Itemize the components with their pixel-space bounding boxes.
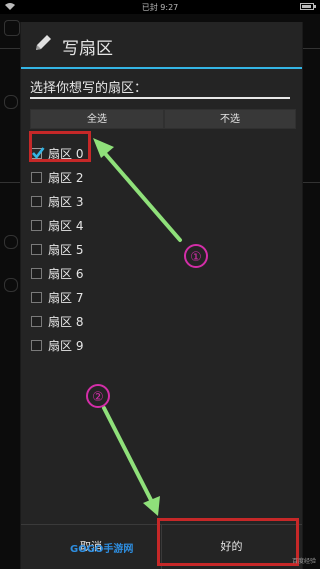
background-divider bbox=[0, 48, 20, 49]
pencil-icon bbox=[36, 35, 51, 50]
background-divider bbox=[300, 48, 320, 49]
sector-0-highlight-box bbox=[29, 131, 91, 162]
status-time: 已封 9:27 bbox=[141, 3, 179, 12]
prompt-divider bbox=[30, 97, 290, 99]
background-app-icon bbox=[4, 20, 20, 36]
background-radio bbox=[4, 235, 18, 249]
sector-item[interactable]: 扇区 4 bbox=[21, 214, 302, 238]
background-divider bbox=[0, 182, 20, 183]
status-bar: 已封 9:27 bbox=[0, 0, 320, 14]
checkbox-unchecked[interactable] bbox=[31, 292, 42, 303]
background-radio bbox=[4, 95, 18, 109]
sector-label: 扇区 3 bbox=[48, 195, 84, 209]
checkbox-unchecked[interactable] bbox=[31, 220, 42, 231]
ok-button-highlight-box bbox=[157, 518, 299, 566]
battery-icon bbox=[300, 3, 316, 10]
dialog-prompt: 选择你想写的扇区： bbox=[30, 81, 148, 96]
background-radio bbox=[4, 278, 18, 292]
sector-item[interactable]: 扇区 6 bbox=[21, 262, 302, 286]
sector-label: 扇区 6 bbox=[48, 267, 84, 281]
dialog-title-bar: 写扇区 bbox=[21, 22, 302, 67]
sector-item[interactable]: 扇区 9 bbox=[21, 334, 302, 358]
background-divider bbox=[300, 182, 320, 183]
sector-item[interactable]: 扇区 5 bbox=[21, 238, 302, 262]
checkbox-unchecked[interactable] bbox=[31, 340, 42, 351]
title-divider bbox=[21, 67, 302, 69]
sector-item[interactable]: 扇区 8 bbox=[21, 310, 302, 334]
corner-watermark: 百度经验 bbox=[291, 558, 316, 565]
sector-label: 扇区 5 bbox=[48, 243, 84, 257]
sector-item[interactable]: 扇区 2 bbox=[21, 166, 302, 190]
checkbox-unchecked[interactable] bbox=[31, 196, 42, 207]
checkbox-unchecked[interactable] bbox=[31, 172, 42, 183]
dialog-title: 写扇区 bbox=[62, 39, 113, 59]
checkbox-unchecked[interactable] bbox=[31, 268, 42, 279]
site-watermark: GOGO手游网 bbox=[70, 544, 134, 555]
sector-label: 扇区 9 bbox=[48, 339, 84, 353]
checkbox-unchecked[interactable] bbox=[31, 316, 42, 327]
select-none-button[interactable]: 不选 bbox=[164, 109, 296, 129]
sector-item[interactable]: 扇区 7 bbox=[21, 286, 302, 310]
sector-label: 扇区 8 bbox=[48, 315, 84, 329]
sector-label: 扇区 4 bbox=[48, 219, 84, 233]
checkbox-unchecked[interactable] bbox=[31, 244, 42, 255]
sector-label: 扇区 2 bbox=[48, 171, 84, 185]
sector-item[interactable]: 扇区 3 bbox=[21, 190, 302, 214]
write-sector-dialog: 写扇区 选择你想写的扇区： 全选 不选 扇区 0 扇区 2 扇区 3 扇区 4 扇区 5… bbox=[20, 22, 303, 569]
sector-label: 扇区 7 bbox=[48, 291, 84, 305]
select-all-button[interactable]: 全选 bbox=[30, 109, 164, 129]
